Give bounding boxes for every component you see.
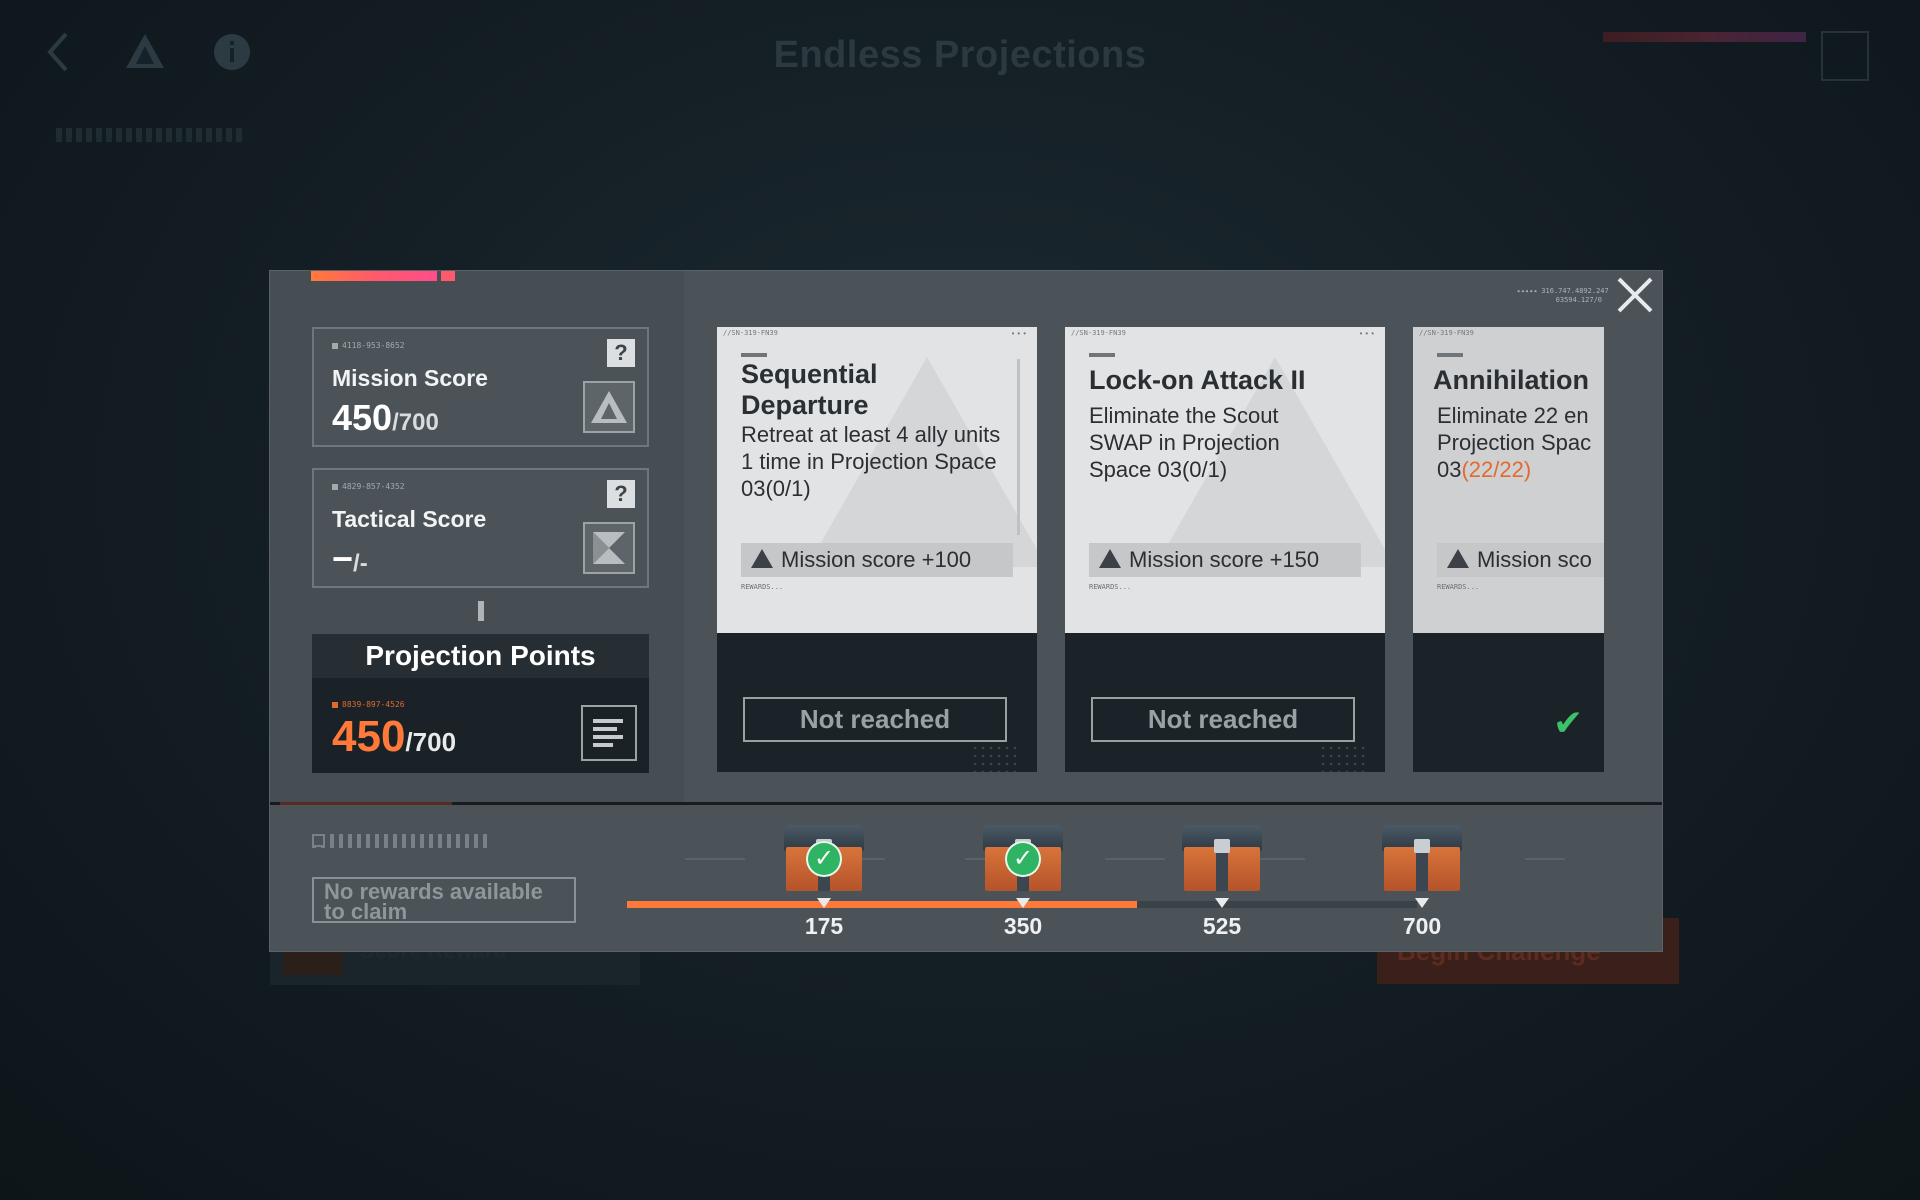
triangle-icon (1099, 549, 1121, 568)
card-dash (741, 353, 767, 357)
checkmark-icon: ✔ (1553, 702, 1584, 743)
projection-points-value: 450/700 (332, 712, 457, 761)
rewards-label: REWARDS... (741, 583, 784, 591)
divider-accent (280, 802, 452, 805)
triangle-emblem-icon (583, 381, 635, 433)
mission-description: Eliminate the Scout SWAP in Projection S… (1089, 403, 1280, 482)
tactical-score-label: Tactical Score (332, 506, 487, 532)
progress-fill (627, 901, 1137, 908)
help-button[interactable]: ? (607, 480, 635, 508)
list-menu-icon[interactable] (1821, 31, 1869, 81)
mission-card-body: //SN-319-FN39 Annihilation Eliminate 22 … (1413, 327, 1604, 633)
reward-chest-icon[interactable] (1178, 825, 1266, 893)
mission-card[interactable]: //SN-319-FN39 Annihilation Eliminate 22 … (1413, 327, 1604, 772)
dot-pattern (1319, 744, 1365, 772)
serial-code: 4118-953-8652 (332, 341, 405, 350)
milestone-pointer-icon (817, 898, 831, 908)
milestone-pointer-icon (1215, 898, 1229, 908)
milestone-label: 175 (804, 913, 844, 939)
triangle-icon (751, 549, 773, 568)
card-dots: ••• (1359, 329, 1377, 338)
projection-points-box: Projection Points 8839-897-4526 450/700 (312, 634, 649, 773)
mission-card[interactable]: //SN-319-FN39 ••• Lock-on Attack II Elim… (1065, 327, 1385, 772)
card-dash (1437, 353, 1463, 357)
mission-reward: Mission score +100 (741, 543, 1013, 577)
mission-reward: Mission score +150 (1089, 543, 1361, 577)
mission-title: Sequential Departure (741, 359, 878, 420)
reward-chest-icon[interactable]: ✓ (780, 825, 868, 893)
claimed-check-icon: ✓ (1005, 841, 1041, 877)
serial-code: 4829-857-4352 (332, 482, 405, 491)
mission-title: Annihilation (1433, 365, 1589, 395)
mission-card[interactable]: //SN-319-FN39 ••• Sequential Departure R… (717, 327, 1037, 772)
hourglass-emblem-icon (583, 522, 635, 574)
card-header-code: //SN-319-FN39 (1419, 329, 1474, 337)
dot-pattern (971, 744, 1017, 772)
scrollbar[interactable] (1017, 359, 1020, 535)
triangle-icon (1447, 549, 1469, 568)
card-dots: ••• (1011, 329, 1029, 338)
tactical-score-value: −/- (332, 538, 368, 579)
close-icon[interactable] (1616, 276, 1654, 314)
serial-code: 8839-897-4526 (332, 700, 405, 709)
barcode-decoration (56, 128, 246, 142)
divider-marker (478, 601, 484, 621)
list-emblem-icon (581, 705, 637, 761)
status-not-reached: Not reached (1091, 697, 1355, 742)
mission-card-body: //SN-319-FN39 ••• Lock-on Attack II Elim… (1065, 327, 1385, 633)
barcode-box (312, 834, 325, 847)
accent-bar (311, 271, 437, 281)
reward-chest-icon[interactable]: ✓ (979, 825, 1067, 893)
no-rewards-button[interactable]: No rewards available to claim (312, 877, 576, 923)
card-header-code: //SN-319-FN39 (1071, 329, 1126, 337)
projection-points-title: Projection Points (312, 634, 649, 678)
reward-chest-icon[interactable] (1378, 825, 1466, 893)
mission-title: Lock-on Attack II (1089, 365, 1306, 395)
modal-divider (270, 802, 1662, 805)
milestone-label: 350 (1003, 913, 1043, 939)
milestone-pointer-icon (1415, 898, 1429, 908)
card-header-code: //SN-319-FN39 (723, 329, 778, 337)
status-not-reached: Not reached (743, 697, 1007, 742)
close-button[interactable] (1614, 276, 1656, 318)
mission-description: Eliminate 22 en Projection Spac 03(22/22… (1437, 403, 1592, 482)
mission-description: Retreat at least 4 ally units 1 time in … (741, 422, 1001, 501)
mission-score-label: Mission Score (332, 365, 488, 391)
help-button[interactable]: ? (607, 339, 635, 367)
rewards-label: REWARDS... (1089, 583, 1132, 591)
mission-score-value: 450/700 (332, 397, 439, 438)
milestone-pointer-icon (1016, 898, 1030, 908)
status-bar (1603, 32, 1806, 42)
mission-reward: Mission sco (1437, 543, 1604, 577)
milestone-label: 700 (1402, 913, 1442, 939)
barcode-decoration (312, 834, 492, 848)
claimed-check-icon: ✓ (806, 841, 842, 877)
milestone-label: 525 (1202, 913, 1242, 939)
tactical-score-box: 4829-857-4352 Tactical Score −/- ? (312, 468, 649, 588)
rewards-label: REWARDS... (1437, 583, 1480, 591)
mission-card-body: //SN-319-FN39 ••• Sequential Departure R… (717, 327, 1037, 633)
accent-bar-small (441, 271, 455, 281)
card-dash (1089, 353, 1115, 357)
mission-score-box: 4118-953-8652 Mission Score 450/700 ? (312, 327, 649, 447)
serial-code: ◂◂◂◂◂ 316.747.4892.247 03594.127/0 (1516, 287, 1609, 304)
